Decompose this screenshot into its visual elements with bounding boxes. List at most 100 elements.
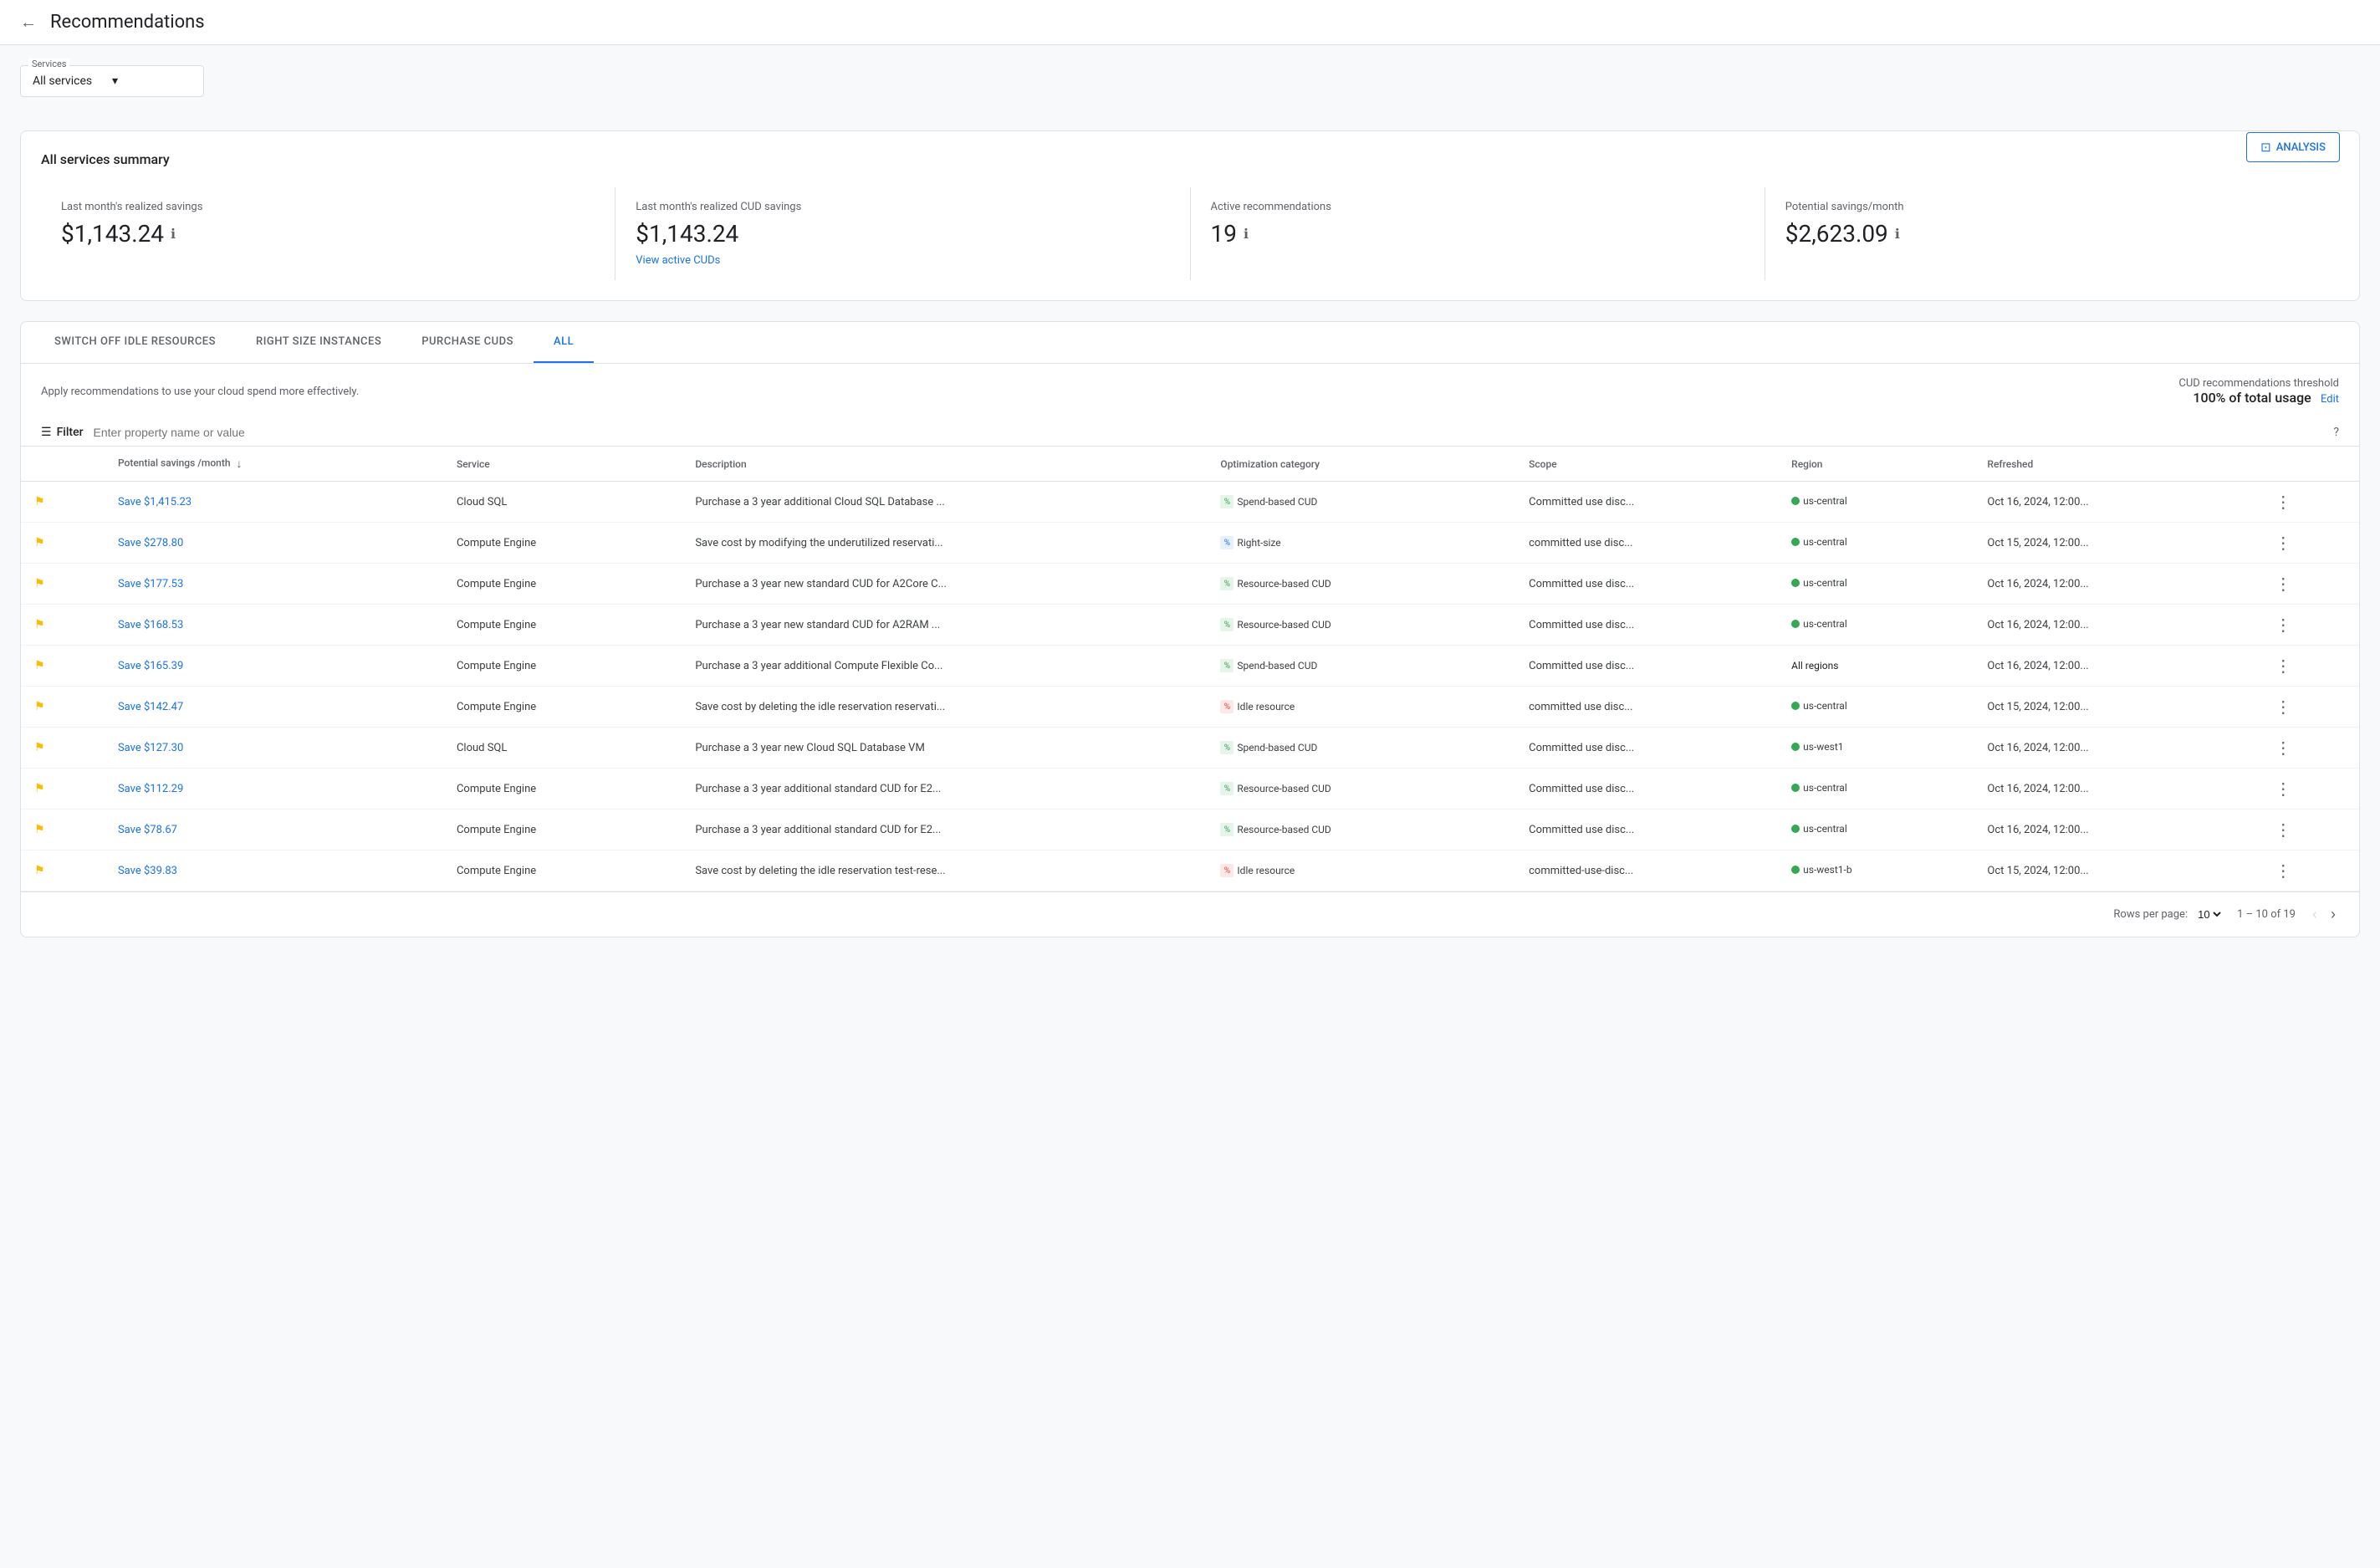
service-cell-5: Compute Engine [443,687,682,728]
flag-cell-5: ⚑ [21,687,105,728]
more-menu-cell-0: ⋮ [2261,482,2359,523]
opt-label-8: Resource-based CUD [1237,824,1330,835]
flag-icon-7: ⚑ [34,782,45,795]
table-body: ⚑ Save $1,415.23 Cloud SQL Purchase a 3 … [21,482,2359,891]
metric-realized-savings: Last month's realized savings $1,143.24 … [41,187,615,280]
dropdown-arrow-icon: ▾ [112,74,192,88]
summary-metrics: Last month's realized savings $1,143.24 … [41,187,2339,280]
prev-page-button[interactable]: ‹ [2309,902,2321,927]
help-icon[interactable]: ? [2333,426,2339,439]
recommendations-table: Potential savings /month ↓ Service Descr… [21,447,2359,891]
flag-cell-0: ⚑ [21,482,105,523]
savings-link-6[interactable]: Save $127.30 [118,742,183,754]
savings-cell-1: Save $278.80 [105,523,443,564]
more-menu-button-8[interactable]: ⋮ [2275,820,2291,840]
flag-icon-5: ⚑ [34,700,45,713]
opt-label-7: Resource-based CUD [1237,783,1330,794]
opt-icon-9: % [1220,864,1233,877]
flag-icon-2: ⚑ [34,577,45,590]
savings-link-7[interactable]: Save $112.29 [118,783,183,795]
table-header: Potential savings /month ↓ Service Descr… [21,447,2359,482]
table-row: ⚑ Save $168.53 Compute Engine Purchase a… [21,605,2359,646]
next-page-button[interactable]: › [2327,902,2339,927]
more-menu-button-9[interactable]: ⋮ [2275,861,2291,881]
opt-label-4: Spend-based CUD [1237,660,1317,672]
region-cell-4: All regions [1778,646,1974,687]
description-cell-0: Purchase a 3 year additional Cloud SQL D… [682,482,1207,523]
refreshed-cell-0: Oct 16, 2024, 12:00... [1974,482,2261,523]
table-row: ⚑ Save $177.53 Compute Engine Purchase a… [21,564,2359,605]
more-menu-cell-7: ⋮ [2261,769,2359,810]
rows-per-page-select[interactable]: 10 25 50 [2194,907,2224,922]
opt-icon-4: % [1220,659,1233,672]
more-menu-button-4[interactable]: ⋮ [2275,656,2291,676]
savings-link-1[interactable]: Save $278.80 [118,537,183,549]
table-row: ⚑ Save $39.83 Compute Engine Save cost b… [21,850,2359,891]
region-cell-0: us-central [1778,482,1974,523]
filter-input[interactable] [94,426,2324,439]
savings-link-0[interactable]: Save $1,415.23 [118,496,192,508]
more-menu-button-5[interactable]: ⋮ [2275,697,2291,717]
info-icon-2[interactable]: ℹ [1244,226,1249,242]
service-cell-0: Cloud SQL [443,482,682,523]
scope-cell-3: Committed use disc... [1515,605,1778,646]
metric-label-0: Last month's realized savings [61,201,595,213]
page-info: 1 – 10 of 19 [2237,908,2296,921]
region-cell-3: us-central [1778,605,1974,646]
refreshed-cell-2: Oct 16, 2024, 12:00... [1974,564,2261,605]
scope-cell-5: committed use disc... [1515,687,1778,728]
metric-label-3: Potential savings/month [1785,201,2319,213]
savings-cell-4: Save $165.39 [105,646,443,687]
sort-icon: ↓ [237,457,243,471]
back-button[interactable]: ← [20,12,37,33]
flag-icon-8: ⚑ [34,823,45,836]
savings-link-2[interactable]: Save $177.53 [118,578,183,590]
description-cell-8: Purchase a 3 year additional standard CU… [682,810,1207,850]
service-cell-4: Compute Engine [443,646,682,687]
more-menu-button-0[interactable]: ⋮ [2275,492,2291,512]
opt-label-0: Spend-based CUD [1237,496,1317,508]
more-menu-button-6[interactable]: ⋮ [2275,738,2291,758]
tab-right-size[interactable]: RIGHT SIZE INSTANCES [236,322,401,363]
opt-category-cell-7: % Resource-based CUD [1207,769,1515,810]
more-menu-button-1[interactable]: ⋮ [2275,533,2291,553]
table-row: ⚑ Save $112.29 Compute Engine Purchase a… [21,769,2359,810]
summary-card: All services summary Last month's realiz… [20,130,2360,301]
tab-all[interactable]: ALL [534,322,594,363]
services-filter[interactable]: Services All services ▾ [20,65,204,97]
view-active-cuds-link[interactable]: View active CUDs [636,254,1169,267]
savings-link-8[interactable]: Save $78.67 [118,824,177,836]
savings-link-9[interactable]: Save $39.83 [118,865,177,877]
scope-cell-2: Committed use disc... [1515,564,1778,605]
tab-purchase-cuds[interactable]: PURCHASE CUDS [401,322,534,363]
info-icon-0[interactable]: ℹ [171,226,176,242]
refreshed-cell-9: Oct 15, 2024, 12:00... [1974,850,2261,891]
opt-category-cell-1: % Right-size [1207,523,1515,564]
opt-label-2: Resource-based CUD [1237,578,1330,590]
opt-icon-0: % [1220,495,1233,508]
table-row: ⚑ Save $78.67 Compute Engine Purchase a … [21,810,2359,850]
opt-label-3: Resource-based CUD [1237,619,1330,631]
services-dropdown[interactable]: All services ▾ [20,65,204,97]
description-cell-6: Purchase a 3 year new Cloud SQL Database… [682,728,1207,769]
more-menu-button-7[interactable]: ⋮ [2275,779,2291,799]
savings-link-5[interactable]: Save $142.47 [118,701,183,713]
description-cell-3: Purchase a 3 year new standard CUD for A… [682,605,1207,646]
opt-icon-6: % [1220,741,1233,754]
info-icon-3[interactable]: ℹ [1895,226,1900,242]
tab-switch-off-idle[interactable]: SWITCH OFF IDLE RESOURCES [34,322,236,363]
opt-category-cell-6: % Spend-based CUD [1207,728,1515,769]
more-menu-button-3[interactable]: ⋮ [2275,615,2291,635]
opt-category-cell-5: % Idle resource [1207,687,1515,728]
savings-cell-7: Save $112.29 [105,769,443,810]
savings-link-3[interactable]: Save $168.53 [118,619,183,631]
service-cell-6: Cloud SQL [443,728,682,769]
col-savings[interactable]: Potential savings /month ↓ [105,447,443,482]
flag-icon-3: ⚑ [34,618,45,631]
savings-link-4[interactable]: Save $165.39 [118,660,183,672]
description-cell-5: Save cost by deleting the idle reservati… [682,687,1207,728]
cud-threshold-edit[interactable]: Edit [2321,393,2339,406]
more-menu-button-2[interactable]: ⋮ [2275,574,2291,594]
summary-title: All services summary [41,151,2339,167]
flag-icon-4: ⚑ [34,659,45,672]
